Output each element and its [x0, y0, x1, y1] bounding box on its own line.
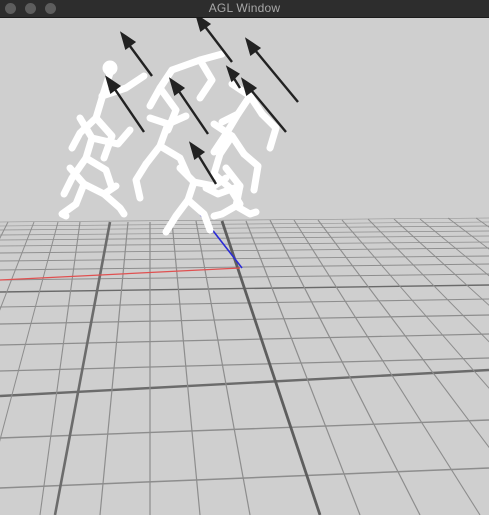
agl-window: AGL Window	[0, 0, 489, 515]
title-bar[interactable]: AGL Window	[0, 0, 489, 18]
3d-viewport[interactable]	[0, 18, 489, 515]
window-title: AGL Window	[208, 1, 281, 15]
scene-canvas[interactable]	[0, 18, 489, 515]
